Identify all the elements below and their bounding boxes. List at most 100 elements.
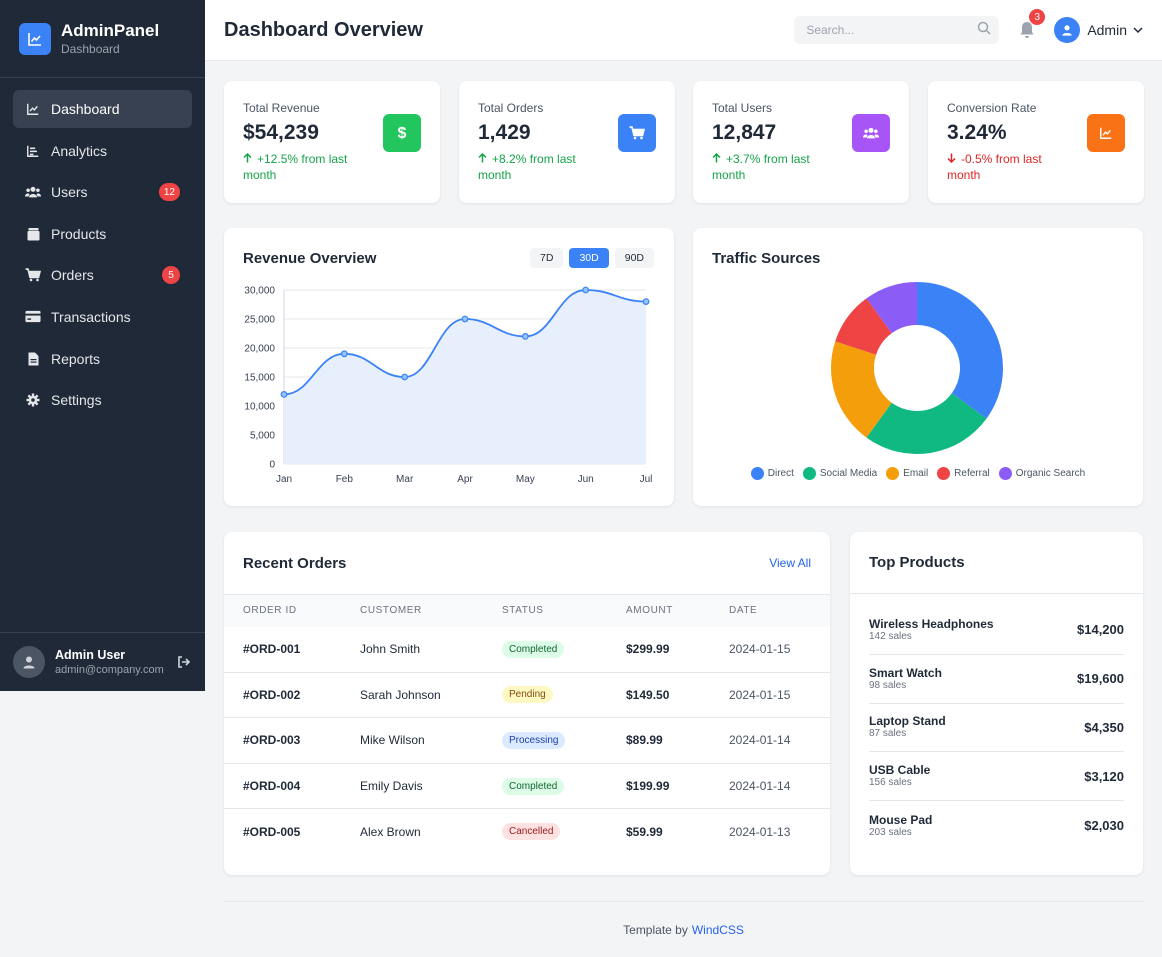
product-amount: $19,600 [1077, 671, 1124, 687]
arrow-down-icon [947, 151, 956, 167]
stat-card-conversion-rate: Conversion Rate 3.24% -0.5% from last mo… [928, 81, 1144, 203]
stat-label: Total Users [712, 101, 773, 115]
list-item[interactable]: Mouse Pad 203 sales $2,030 [869, 801, 1124, 850]
order-amount: $59.99 [626, 808, 729, 855]
sidebar-item-label: Users [51, 184, 88, 201]
sidebar-item-label: Transactions [51, 308, 131, 325]
x-tick-label: Mar [396, 474, 414, 485]
order-date: 2024-01-14 [729, 717, 830, 764]
list-item[interactable]: Wireless Headphones 142 sales $14,200 [869, 606, 1124, 655]
status-badge: Processing [502, 731, 566, 749]
arrow-up-icon [712, 151, 721, 167]
sidebar-item-label: Dashboard [51, 101, 120, 117]
cart-icon [618, 114, 656, 152]
stat-label: Total Orders [478, 101, 544, 115]
donut-slice-direct[interactable] [917, 282, 1003, 419]
legend-swatch [937, 467, 951, 480]
sidebar-item-products[interactable]: Products [13, 215, 192, 253]
legend-item[interactable]: Organic Search [998, 467, 1085, 480]
product-name: Smart Watch [869, 665, 942, 680]
product-amount: $2,030 [1084, 818, 1124, 834]
legend-item[interactable]: Email [886, 467, 928, 480]
top-products-title: Top Products [869, 554, 965, 571]
revenue-point [461, 315, 469, 323]
sidebar-item-dashboard[interactable]: Dashboard [13, 90, 192, 128]
avatar[interactable] [13, 646, 45, 678]
stat-card-total-revenue: Total Revenue $54,239 +12.5% from last m… [224, 81, 440, 203]
status-badge: Completed [502, 777, 565, 795]
top-products-card: Top Products Wireless Headphones 142 sal… [850, 532, 1143, 875]
order-id: #ORD-001 [243, 642, 301, 657]
product-sales: 142 sales [869, 630, 912, 642]
y-tick-label: 10,000 [244, 402, 275, 413]
sidebar-item-orders[interactable]: Orders 5 [13, 256, 192, 294]
sidebar-item-label: Products [51, 225, 107, 242]
legend-item[interactable]: Direct [750, 467, 794, 480]
brand[interactable]: AdminPanel Dashboard [0, 0, 205, 78]
column-header[interactable]: AMOUNT [626, 594, 729, 627]
table-row[interactable]: #ORD-002 Sarah Johnson Pending $149.50 2… [224, 671, 830, 718]
order-date: 2024-01-14 [729, 762, 830, 809]
order-amount: $149.50 [626, 671, 729, 718]
svg-text:$: $ [398, 125, 407, 142]
revenue-point [642, 298, 650, 305]
logout-icon[interactable] [176, 654, 192, 670]
legend-label: Referral [954, 468, 990, 479]
x-tick-label: Apr [457, 474, 473, 485]
table-row[interactable]: #ORD-005 Alex Brown Cancelled $59.99 202… [224, 808, 830, 855]
table-row[interactable]: #ORD-004 Emily Davis Completed $199.99 2… [224, 762, 830, 809]
notification-bell-icon[interactable]: 3 [1017, 9, 1046, 40]
customer-name: John Smith [360, 642, 421, 657]
column-header[interactable]: CUSTOMER [360, 594, 502, 627]
revenue-point [340, 350, 348, 358]
brand-subtitle: Dashboard [61, 41, 120, 56]
product-sales: 87 sales [869, 728, 907, 740]
notification-badge: 3 [1029, 9, 1046, 25]
account-menu[interactable]: Admin [1054, 17, 1143, 43]
order-amount: $89.99 [626, 717, 729, 764]
x-tick-label: Jun [578, 474, 594, 485]
box-icon [25, 226, 41, 242]
column-header[interactable]: ORDER ID [224, 594, 360, 627]
sidebar-nav: Dashboard Analytics Users 12 Products Ord… [0, 78, 205, 435]
stat-change: +12.5% from last month [243, 151, 371, 183]
product-name: USB Cable [869, 763, 931, 778]
revenue-chart: 0 5,000 10,000 15,000 20,000 25,000 30,000 Jan F… [244, 286, 652, 486]
y-tick-label: 20,000 [244, 344, 275, 355]
column-header[interactable]: STATUS [502, 594, 626, 627]
table-row[interactable]: #ORD-001 John Smith Completed $299.99 20… [224, 627, 830, 673]
legend-item[interactable]: Referral [937, 467, 990, 480]
list-item[interactable]: Smart Watch 98 sales $19,600 [869, 655, 1124, 704]
y-tick-label: 30,000 [244, 286, 275, 297]
list-item[interactable]: Laptop Stand 87 sales $4,350 [869, 704, 1124, 753]
sidebar-item-transactions[interactable]: Transactions [13, 298, 192, 336]
orders-table: ORDER ID CUSTOMER STATUS AMOUNT DATE #OR… [224, 594, 830, 855]
chart-line-icon [1087, 114, 1125, 152]
sidebar-item-analytics[interactable]: Analytics [13, 132, 192, 170]
search-input[interactable] [806, 23, 978, 37]
legend-item[interactable]: Social Media [802, 467, 877, 480]
footer-link[interactable]: WindCSS [692, 923, 744, 937]
sidebar-item-users[interactable]: Users 12 [13, 173, 192, 211]
product-amount: $4,350 [1084, 719, 1124, 735]
sidebar-item-settings[interactable]: Settings [13, 381, 192, 419]
stat-change-text: +3.7% from last month [712, 152, 810, 182]
order-date: 2024-01-15 [729, 642, 791, 657]
user-email: admin@company.com [55, 663, 164, 676]
search-box[interactable] [794, 16, 1000, 44]
file-icon [25, 351, 41, 367]
sidebar-user: Admin User admin@company.com [0, 632, 205, 691]
sidebar-item-reports[interactable]: Reports [13, 340, 192, 378]
stat-label: Total Revenue [243, 101, 320, 115]
gear-icon [25, 392, 41, 408]
view-all-link[interactable]: View All [769, 556, 811, 570]
column-header[interactable]: DATE [729, 594, 830, 627]
traffic-donut-chart [831, 282, 1003, 454]
footer-text: Template by [623, 922, 688, 937]
recent-orders-card: Recent Orders View All ORDER ID CUSTOMER… [224, 532, 830, 875]
search-icon[interactable] [977, 21, 991, 40]
list-item[interactable]: USB Cable 156 sales $3,120 [869, 752, 1124, 802]
page-title: Dashboard Overview [224, 18, 423, 41]
avatar [1054, 17, 1081, 43]
table-row[interactable]: #ORD-003 Mike Wilson Processing $89.99 2… [224, 717, 830, 764]
